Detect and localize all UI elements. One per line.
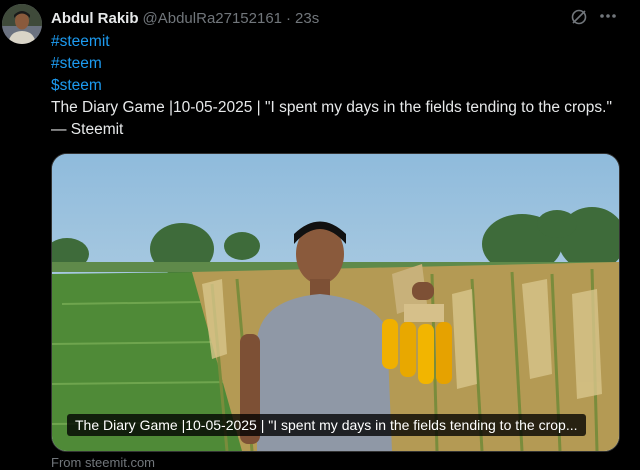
separator: · bbox=[286, 9, 292, 27]
author-handle[interactable]: @AbdulRa27152161 bbox=[143, 10, 283, 27]
author-name[interactable]: Abdul Rakib bbox=[51, 10, 139, 27]
cashtag-steem[interactable]: $steem bbox=[51, 75, 631, 97]
avatar[interactable] bbox=[2, 4, 42, 44]
link-source[interactable]: From steemit.com bbox=[51, 455, 155, 470]
hashtag-steemit[interactable]: #steemit bbox=[51, 31, 631, 53]
hashtag-steem[interactable]: #steem bbox=[51, 53, 631, 75]
tweet-text: The Diary Game |10-05-2025 | "I spent my… bbox=[51, 99, 612, 138]
link-card-title[interactable]: The Diary Game |10-05-2025 | "I spent my… bbox=[67, 414, 586, 436]
link-card-image[interactable] bbox=[51, 153, 620, 452]
timestamp[interactable]: 23s bbox=[295, 10, 319, 27]
tweet[interactable]: Abdul Rakib @AbdulRa27152161 · 23s #stee… bbox=[0, 0, 640, 470]
grok-icon[interactable] bbox=[570, 8, 588, 26]
more-icon[interactable] bbox=[597, 6, 619, 26]
tweet-body: #steemit #steem $steem The Diary Game |1… bbox=[51, 31, 631, 141]
tweet-header: Abdul Rakib @AbdulRa27152161 · 23s bbox=[51, 8, 640, 28]
